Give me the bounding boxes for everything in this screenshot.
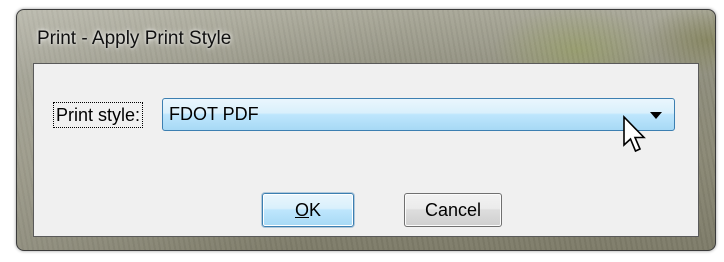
cancel-button[interactable]: Cancel bbox=[404, 193, 502, 227]
ok-button[interactable]: OK bbox=[262, 193, 354, 227]
mouse-pointer-icon bbox=[623, 115, 646, 153]
print-style-selected-value: FDOT PDF bbox=[169, 104, 259, 124]
ok-label-rest: K bbox=[309, 199, 322, 220]
window-title: Print - Apply Print Style bbox=[37, 28, 232, 49]
print-style-label: Print style: bbox=[53, 102, 144, 128]
ok-mnemonic: O bbox=[294, 199, 309, 220]
dialog-body: Print style: FDOT PDF OK Cancel bbox=[33, 63, 699, 237]
title-bar[interactable]: Print - Apply Print Style bbox=[17, 10, 715, 62]
dialog-window: Print - Apply Print Style Print style: F… bbox=[16, 9, 716, 251]
print-style-dropdown[interactable]: FDOT PDF bbox=[162, 98, 675, 131]
chevron-down-icon[interactable] bbox=[650, 112, 662, 119]
